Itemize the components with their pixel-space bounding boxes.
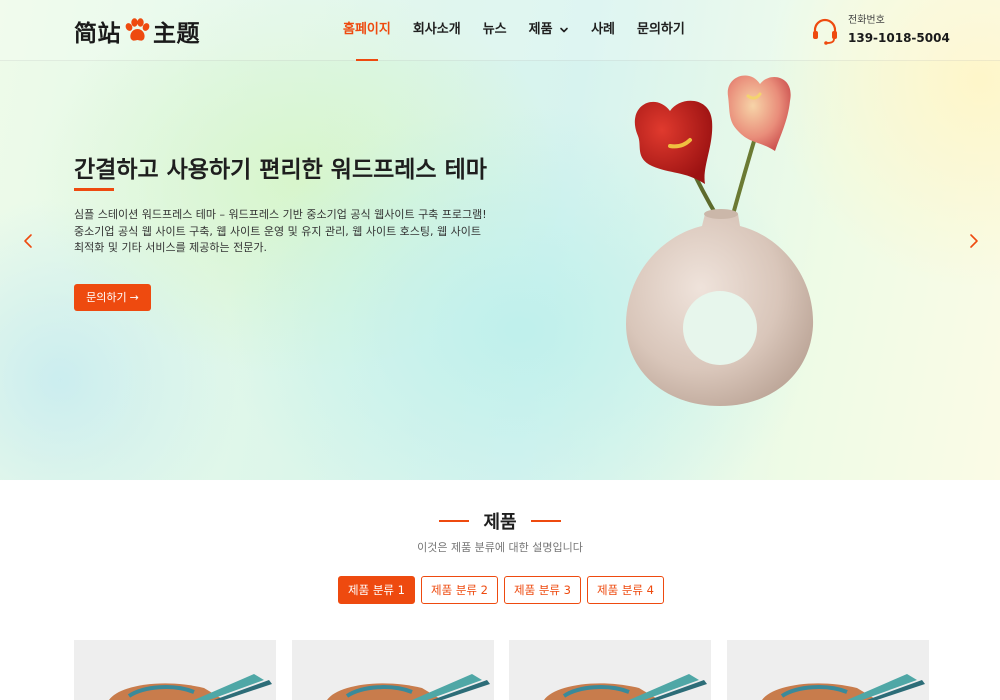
nav-label: 회사소개: [412, 22, 461, 37]
nav-label: 사례: [591, 22, 615, 37]
site-logo[interactable]: 简站 主题: [74, 14, 200, 48]
nav-label: 문의하기: [636, 22, 685, 37]
hero-button-label: 문의하기: [86, 291, 127, 304]
main-nav: 홈페이지 회사소개 뉴스 제품 사례 문의하기: [343, 0, 707, 61]
section-subtitle: 이것은 제품 분류에 대한 설명입니다: [417, 541, 583, 554]
product-card[interactable]: [291, 640, 494, 700]
nav-item-products[interactable]: 제품: [529, 0, 569, 61]
nav-item-news[interactable]: 뉴스: [483, 0, 507, 61]
tab-category-3[interactable]: 제품 분류 3: [504, 576, 581, 604]
nav-label: 홈페이지: [343, 22, 391, 37]
chevron-down-icon: [560, 27, 568, 32]
product-card[interactable]: [74, 640, 276, 700]
site-header: 简站 主题 홈페이지 회사소개 뉴스 제품 사례 문의하기 전화번호 139-1…: [0, 0, 1000, 61]
nav-item-about[interactable]: 회사소개: [413, 0, 461, 61]
product-image: [326, 674, 490, 700]
logo-text-right: 主题: [153, 21, 200, 47]
hero-description: 심플 스테이션 워드프레스 테마 – 워드프레스 기반 중소기업 공식 웹사이트…: [74, 208, 487, 254]
nav-item-contact[interactable]: 문의하기: [637, 0, 685, 61]
product-card[interactable]: [509, 640, 712, 700]
arrow-right-icon: →: [129, 291, 139, 304]
product-grid: [74, 640, 930, 700]
nav-item-home[interactable]: 홈페이지: [343, 0, 391, 61]
nav-item-cases[interactable]: 사례: [591, 0, 615, 61]
tab-category-4[interactable]: 제품 분류 4: [587, 576, 664, 604]
contact-number: 139-1018-5004: [848, 31, 950, 45]
products-heading: 제품: [0, 508, 1000, 534]
product-category-tabs: 제품 분류 1 제품 분류 2 제품 분류 3 제품 분류 4: [338, 576, 670, 604]
tab-category-1[interactable]: 제품 분류 1: [338, 576, 415, 604]
paw-icon: [125, 18, 150, 41]
hero-title-underline: [74, 188, 114, 191]
product-image: [544, 674, 708, 700]
vase-with-flowers-image: [626, 75, 814, 406]
chevron-left-icon[interactable]: [20, 232, 36, 250]
product-image: [109, 674, 272, 700]
logo-text-left: 简站: [74, 21, 121, 47]
hero-contact-button[interactable]: 문의하기 →: [74, 284, 151, 311]
nav-label: 제품: [528, 22, 553, 37]
nav-label: 뉴스: [482, 22, 507, 37]
hero-title: 간결하고 사용하기 편리한 워드프레스 테마: [74, 157, 487, 183]
contact-label: 전화번호: [848, 15, 885, 26]
section-title: 제품: [483, 512, 517, 533]
header-contact[interactable]: 전화번호 139-1018-5004: [810, 14, 950, 47]
title-decoration-left: [439, 520, 470, 522]
product-image: [762, 674, 926, 700]
product-card[interactable]: [727, 640, 930, 700]
chevron-right-icon[interactable]: [966, 232, 982, 250]
headset-icon: [813, 18, 837, 45]
tab-category-2[interactable]: 제품 분류 2: [421, 576, 498, 604]
hero-banner: 简站 主题 홈페이지 회사소개 뉴스 제품 사례 문의하기 전화번호 139-1…: [0, 0, 1000, 480]
title-decoration-right: [530, 520, 561, 522]
